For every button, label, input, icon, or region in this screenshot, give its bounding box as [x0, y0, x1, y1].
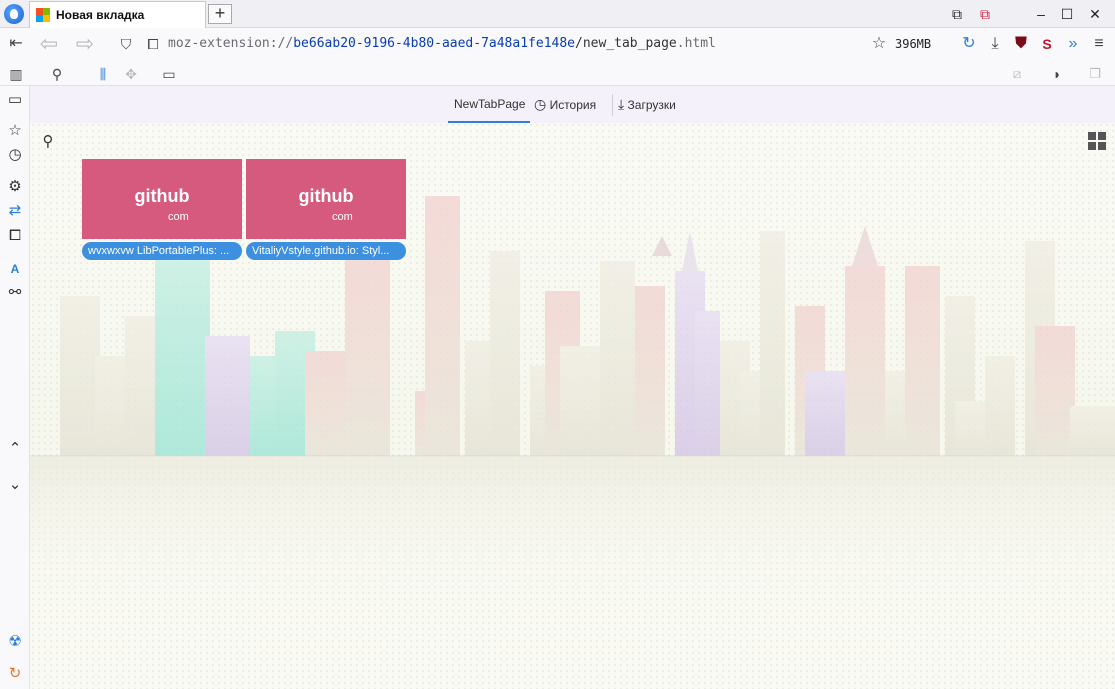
new-tab-button[interactable]: +: [208, 4, 232, 24]
ublock-icon[interactable]: ⛊: [1008, 32, 1034, 56]
tab-newtabpage[interactable]: NewTabPage: [448, 86, 530, 123]
history-clock-icon: ◷: [534, 96, 547, 112]
close-icon[interactable]: ✕: [1084, 4, 1106, 24]
download-arrow-icon: ⤓: [618, 96, 625, 112]
tab-history-label: История: [549, 98, 597, 112]
memory-usage: 396MB: [895, 37, 932, 51]
minimize-icon[interactable]: –: [1030, 4, 1052, 24]
private-container-icon[interactable]: ⧉: [974, 4, 996, 24]
radiation-icon[interactable]: ☢: [4, 631, 26, 653]
settings-gear-icon[interactable]: ⚙: [4, 176, 26, 198]
tile-site-name: github: [298, 186, 354, 206]
tile-site-name: github: [134, 186, 190, 206]
tile-tld: com: [168, 211, 189, 223]
sync-arrows-icon[interactable]: ⇄: [4, 200, 26, 222]
left-sidebar: ▭ ☆ ◷ ⚙ ⇄ ⧠ A ⚯ ⌃ ⌄ ☢ ↻: [0, 86, 30, 689]
library-vertical-icon[interactable]: ▥: [3, 62, 29, 86]
sidebar-toggle-icon[interactable]: ⇤: [3, 32, 29, 56]
user-icon[interactable]: ◗: [1044, 62, 1070, 86]
search-icon[interactable]: ⚲: [38, 132, 58, 152]
link-icon[interactable]: ⚯: [4, 282, 26, 304]
tab-downloads-label: Загрузки: [627, 98, 676, 112]
tab-newtabpage-label: NewTabPage: [454, 97, 526, 111]
downloads-icon[interactable]: ⤓: [982, 32, 1008, 56]
tile-tld: com: [332, 211, 353, 223]
scroll-down-icon[interactable]: ⌄: [4, 474, 26, 496]
bookmarks-star-icon[interactable]: ☆: [4, 120, 26, 142]
url-path: /new_tab_page: [575, 36, 677, 51]
tab-downloads[interactable]: ⤓ Загрузки: [618, 86, 698, 123]
url-host: be66ab20-9196-4b80-aaed-7a48a1fe148e: [293, 36, 575, 51]
tab-divider: [612, 94, 613, 116]
tile-caption[interactable]: wvxwxvw LibPortablePlus: ...: [82, 242, 242, 260]
back-button[interactable]: ⇦: [36, 32, 62, 56]
history-clock-icon[interactable]: ◷: [4, 144, 26, 166]
url-scheme: moz-extension://: [168, 36, 294, 51]
address-bar[interactable]: moz-extension://be66ab20-9196-4b80-aaed-…: [168, 33, 858, 55]
browser-window: Новая вкладка + ⧉ ⧉ – ☐ ✕ ⇤ ⇦ ⇨ ⛉ ⧠ moz-…: [0, 0, 1115, 689]
copy-icon[interactable]: ❐: [1082, 62, 1108, 86]
folder-icon[interactable]: ▭: [156, 62, 182, 86]
reload-icon[interactable]: ↻: [956, 32, 982, 56]
overflow-chevron-icon[interactable]: »: [1060, 32, 1086, 56]
forward-button[interactable]: ⇨: [72, 32, 98, 56]
tab-new-tab[interactable]: Новая вкладка: [29, 1, 206, 28]
translate-icon[interactable]: A: [4, 258, 26, 280]
url-extension: .html: [676, 36, 716, 51]
search-icon[interactable]: ⚲: [44, 62, 70, 86]
speed-dial-tile[interactable]: github com: [246, 159, 406, 239]
open-external-icon[interactable]: ⧄: [1004, 62, 1030, 86]
speed-dial-tile[interactable]: github com: [82, 159, 242, 239]
shield-icon[interactable]: ⛉: [113, 32, 139, 56]
container-tab-icon[interactable]: ⧉: [946, 4, 968, 24]
tab-history[interactable]: ◷ История: [534, 86, 612, 123]
extensions-icon[interactable]: ⧠: [4, 225, 26, 247]
maximize-icon[interactable]: ☐: [1056, 4, 1078, 24]
windows-logo-icon: [36, 8, 50, 22]
secondary-toolbar: ▥ ⚲ ⫼ ✥ ▭ ⧄ ◗ ❐: [0, 61, 1115, 86]
app-menu-icon[interactable]: [4, 4, 24, 24]
new-tab-content: NewTabPage ◷ История ⤓ Загрузки ⚲ github…: [30, 86, 1115, 689]
navigation-bar: ⇤ ⇦ ⇨ ⛉ ⧠ moz-extension://be66ab20-9196-…: [0, 28, 1115, 61]
city-skyline-background: [30, 196, 1115, 607]
bookmark-star-icon[interactable]: ☆: [866, 32, 892, 56]
addons-icon[interactable]: ✥: [118, 62, 144, 86]
title-bar: Новая вкладка + ⧉ ⧉ – ☐ ✕: [0, 0, 1115, 28]
tab-title: Новая вкладка: [56, 8, 145, 22]
tile-caption[interactable]: VitaliyVstyle.github.io: Styl...: [246, 242, 406, 260]
scroll-up-icon[interactable]: ⌃: [4, 438, 26, 460]
refresh-icon[interactable]: ↻: [4, 663, 26, 685]
extension-puzzle-icon[interactable]: ⧠: [140, 32, 166, 56]
page-tab-strip: NewTabPage ◷ История ⤓ Загрузки: [30, 86, 1115, 123]
hamburger-menu-icon[interactable]: ≡: [1086, 32, 1112, 56]
library-icon[interactable]: ⫼: [90, 62, 116, 86]
tabs-panel-icon[interactable]: ▭: [4, 89, 26, 111]
grid-view-icon[interactable]: [1088, 132, 1106, 150]
stylus-icon[interactable]: S: [1034, 32, 1060, 56]
